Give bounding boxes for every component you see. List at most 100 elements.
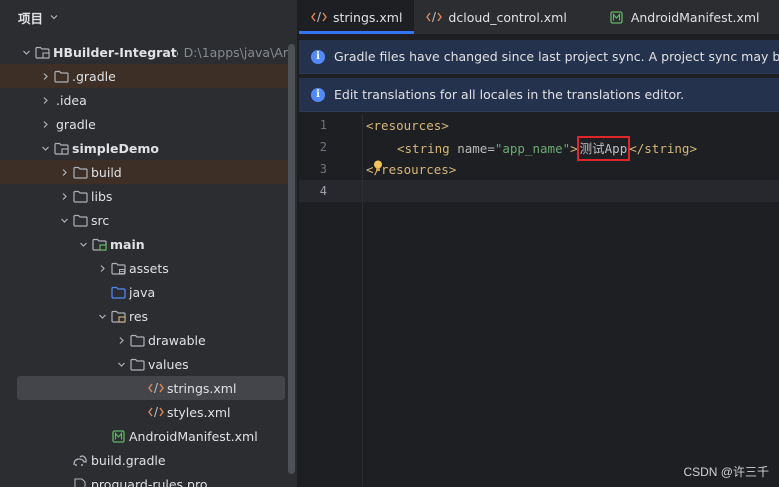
tree-item-label: strings.xml <box>167 380 237 396</box>
code-line-2[interactable]: 2 <string name="app_name"> 测试App </string> <box>299 135 779 161</box>
tree-item-drawable[interactable]: drawable <box>0 328 288 352</box>
line-number: 2 <box>319 140 327 154</box>
tree-item-build-gradle[interactable]: build.gradle <box>0 448 288 472</box>
tree-item-label: res <box>129 308 149 324</box>
tree-item-label: gradle <box>56 116 96 132</box>
project-path-hint: D:\1apps\java\Ar <box>183 44 288 60</box>
chevron-right-icon[interactable] <box>56 188 72 204</box>
tree-item-label: AndroidManifest.xml <box>129 428 258 444</box>
gradle-file-icon <box>72 452 88 468</box>
tree-item-strings-xml[interactable]: strings.xml <box>17 376 285 400</box>
xml-file-icon <box>426 9 443 25</box>
info-icon: i <box>311 87 325 102</box>
tree-item-main[interactable]: main <box>0 232 288 256</box>
resources-open-tag: <resources> <box>366 117 449 133</box>
tree-item-label: assets <box>129 260 169 276</box>
tree-item-label: src <box>91 212 110 228</box>
tree-item-simpledemo[interactable]: simpleDemo <box>0 136 288 160</box>
tree-item-label: java <box>129 284 156 300</box>
resources-close-tag: /resources> <box>373 161 457 177</box>
tree-item-label: proguard-rules.pro <box>91 476 208 487</box>
chevron-down-icon[interactable] <box>94 308 110 324</box>
chevron-down-icon[interactable] <box>56 212 72 228</box>
tab-dcloud-control-xml[interactable]: dcloud_control.xml <box>414 0 578 34</box>
line-number: 1 <box>319 118 327 132</box>
project-panel: 项目 HBuilder-Integrate-AS D:\1apps\java\Ar… <box>0 0 298 487</box>
chevron-right-icon[interactable] <box>113 332 129 348</box>
chevron-down-icon[interactable] <box>75 236 91 252</box>
editor-tab-bar: strings.xml dcloud_control.xml AndroidMani… <box>299 0 779 34</box>
chevron-down-icon[interactable] <box>18 44 34 60</box>
tab-label: AndroidManifest.xml <box>630 9 760 25</box>
chevron-right-icon[interactable] <box>94 260 110 276</box>
info-icon: i <box>311 49 325 64</box>
tree-item-label: libs <box>91 188 113 204</box>
gradle-sync-message: Gradle files have changed since last pro… <box>334 49 779 64</box>
code-line-4-current[interactable]: 4 <box>299 180 779 202</box>
project-panel-header[interactable]: 项目 <box>0 0 297 34</box>
lightbulb-icon[interactable] <box>373 160 383 172</box>
code-line-1[interactable]: 1 <resources> <box>299 114 779 136</box>
code-editor[interactable]: 1 <resources> 2 <string name="app_name">… <box>299 114 779 487</box>
tree-item-idea[interactable]: .idea <box>0 88 288 112</box>
code-line-3[interactable]: 3 </resources> <box>299 158 779 180</box>
folder-icon <box>129 356 145 372</box>
chevron-right-icon[interactable] <box>37 68 53 84</box>
chevron-right-icon[interactable] <box>37 92 53 108</box>
tree-item-label: HBuilder-Integrate-AS <box>53 44 178 60</box>
folder-icon <box>72 188 88 204</box>
tree-item-proguard-rules-pro[interactable]: proguard-rules.pro <box>0 472 288 487</box>
chevron-right-icon[interactable] <box>56 164 72 180</box>
line-number: 4 <box>319 184 327 198</box>
tab-label: strings.xml <box>333 9 403 25</box>
xml-file-icon <box>148 380 164 396</box>
project-panel-title: 项目 <box>18 10 44 26</box>
xml-file-icon <box>311 9 327 25</box>
java-folder-icon <box>110 284 126 300</box>
tree-item-assets[interactable]: assets <box>0 256 288 280</box>
tab-strings-xml[interactable]: strings.xml <box>299 0 415 34</box>
chevron-down-icon[interactable] <box>113 356 129 372</box>
tab-androidmanifest-xml[interactable]: AndroidManifest.xml <box>597 0 772 34</box>
app-name-value-highlighted[interactable]: 测试App <box>576 135 631 161</box>
tree-item-res[interactable]: res <box>0 304 288 328</box>
tree-item-label: values <box>148 356 189 372</box>
module-folder-icon <box>34 44 50 60</box>
chevron-down-icon[interactable] <box>37 140 53 156</box>
folder-icon <box>72 212 88 228</box>
source-root-folder-icon <box>91 236 107 252</box>
tree-item-label: styles.xml <box>167 404 231 420</box>
manifest-file-icon <box>110 428 126 444</box>
tree-item-java[interactable]: java <box>0 280 288 304</box>
tree-item-gradle[interactable]: gradle <box>0 112 288 136</box>
tree-item-label: main <box>110 236 145 252</box>
tree-item-build[interactable]: build <box>0 160 288 184</box>
manifest-file-icon <box>609 9 625 25</box>
project-tree-scrollbar[interactable] <box>288 44 295 474</box>
name-attribute-value: "app_name" <box>494 140 571 156</box>
tree-item-styles-xml[interactable]: styles.xml <box>0 400 288 424</box>
res-folder-icon <box>110 308 126 324</box>
line-number: 3 <box>319 162 327 176</box>
gutter-separator <box>362 114 363 487</box>
translations-editor-link[interactable]: Edit translations for all locales in the… <box>334 87 684 102</box>
tree-item-label: build <box>91 164 122 180</box>
tab-label: dcloud_control.xml <box>448 9 567 25</box>
tree-item-gradle[interactable]: .gradle <box>0 64 288 88</box>
tree-item-hbuilder-integrate-as[interactable]: HBuilder-Integrate-AS D:\1apps\java\Ar <box>0 40 288 64</box>
editor-area: strings.xml dcloud_control.xml AndroidMani… <box>299 0 779 487</box>
tree-item-androidmanifest-xml[interactable]: AndroidManifest.xml <box>0 424 288 448</box>
translations-banner: i Edit translations for all locales in t… <box>299 78 779 112</box>
tree-item-src[interactable]: src <box>0 208 288 232</box>
name-attribute: name= <box>457 140 495 156</box>
project-tree: HBuilder-Integrate-AS D:\1apps\java\Ar .gr… <box>0 40 288 487</box>
tree-item-values[interactable]: values <box>0 352 288 376</box>
tree-item-libs[interactable]: libs <box>0 184 288 208</box>
chevron-down-icon <box>50 15 58 20</box>
chevron-right-icon[interactable] <box>37 116 53 132</box>
folder-icon <box>53 68 69 84</box>
